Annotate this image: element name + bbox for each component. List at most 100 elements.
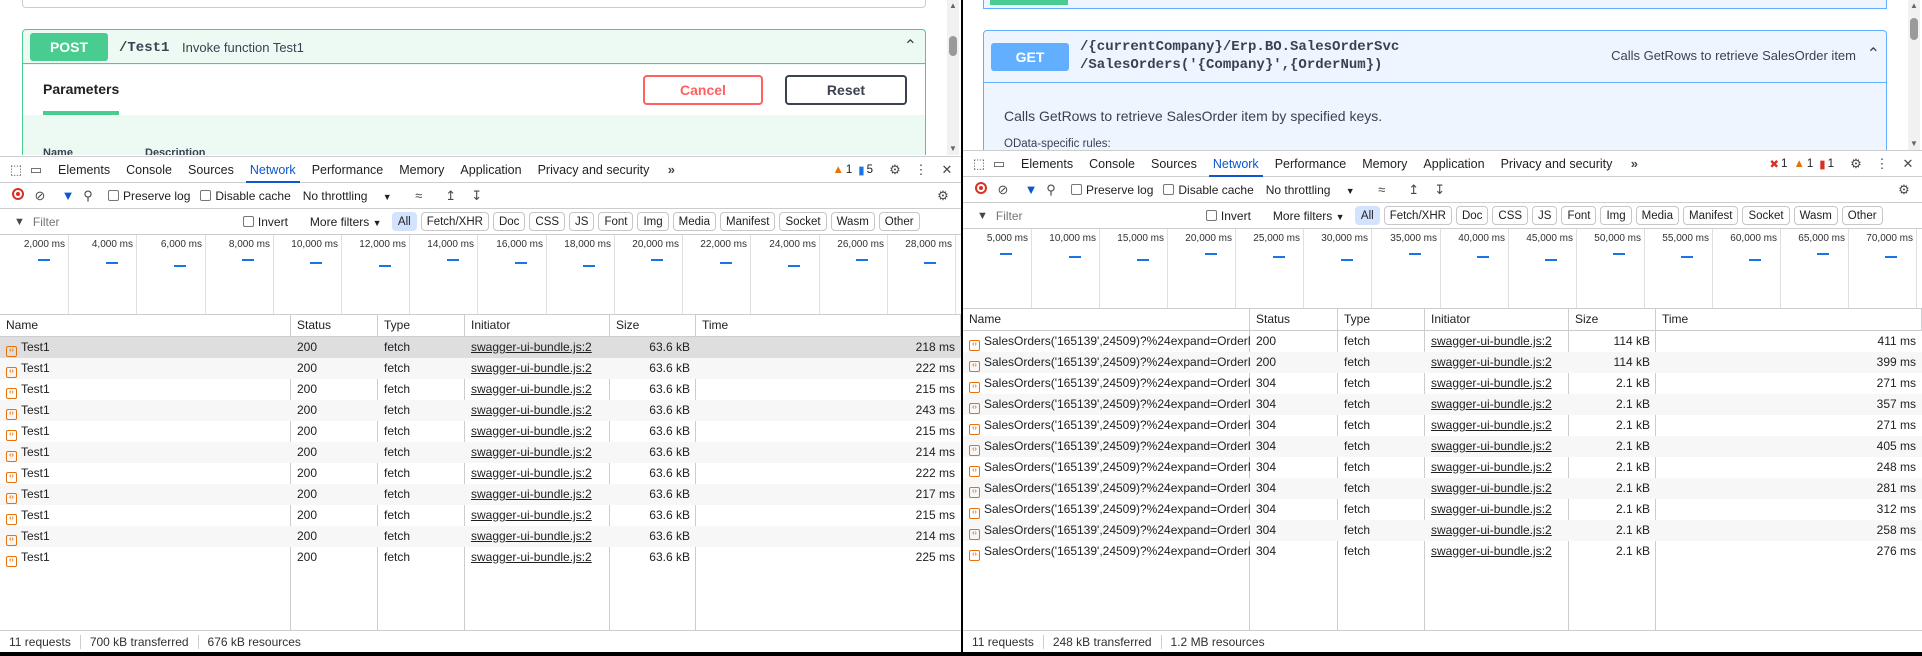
cell-initiator-value[interactable]: swagger-ui-bundle.js:2 <box>471 487 592 501</box>
kebab-menu-icon[interactable]: ⋮ <box>911 162 931 178</box>
inspect-element-icon[interactable]: ⬚ <box>969 156 989 172</box>
throttling-select[interactable]: No throttling ▼ <box>1266 183 1366 197</box>
table-row[interactable]: ‹› Test1 200 fetch swagger-ui-bundle.js:2 63.… <box>0 421 961 442</box>
network-conditions-icon[interactable]: ≈ <box>409 188 429 203</box>
stop-recording-icon[interactable] <box>975 182 987 197</box>
table-row[interactable]: ‹› Test1 200 fetch swagger-ui-bundle.js:2 63.… <box>0 337 961 358</box>
table-row[interactable]: ‹› Test1 200 fetch swagger-ui-bundle.js:2 63.… <box>0 526 961 547</box>
cell-initiator-value[interactable]: swagger-ui-bundle.js:2 <box>471 361 592 375</box>
table-row[interactable]: ‹› Test1 200 fetch swagger-ui-bundle.js:2 63.… <box>0 358 961 379</box>
clear-icon[interactable]: ⊘ <box>993 182 1013 198</box>
table-row[interactable]: ‹› SalesOrders('165139',24509)?%24expand=… <box>963 499 1922 520</box>
cell-initiator-value[interactable]: swagger-ui-bundle.js:2 <box>471 466 592 480</box>
cell-initiator[interactable]: swagger-ui-bundle.js:2 <box>465 400 610 421</box>
filter-input[interactable] <box>32 214 243 229</box>
type-filter-socket[interactable]: Socket <box>1742 206 1790 225</box>
warnings-badge[interactable]: ▲ 1 <box>1793 158 1813 170</box>
type-filter-img[interactable]: Img <box>637 212 669 231</box>
tab-memory[interactable]: Memory <box>1354 151 1415 177</box>
parameters-tab[interactable]: Parameters <box>43 65 120 115</box>
column-header-type[interactable]: Type <box>1338 309 1425 330</box>
timeline-overview[interactable]: 2,000 ms 4,000 ms 6,000 ms 8,000 ms 10,000 m… <box>0 235 961 315</box>
table-row[interactable]: ‹› Test1 200 fetch swagger-ui-bundle.js:2 63.… <box>0 442 961 463</box>
type-filter-other[interactable]: Other <box>1841 206 1883 225</box>
invert-checkbox[interactable]: Invert <box>242 215 288 229</box>
more-tabs-icon[interactable]: » <box>1624 156 1644 171</box>
cell-initiator-value[interactable]: swagger-ui-bundle.js:2 <box>1431 544 1552 558</box>
cell-initiator-value[interactable]: swagger-ui-bundle.js:2 <box>471 445 592 459</box>
table-row[interactable]: ‹› SalesOrders('165139',24509)?%24expand=… <box>963 457 1922 478</box>
type-filter-img[interactable]: Img <box>1600 206 1632 225</box>
cell-initiator[interactable]: swagger-ui-bundle.js:2 <box>465 463 610 484</box>
type-filter-css[interactable]: CSS <box>1492 206 1529 225</box>
tab-sources[interactable]: Sources <box>180 157 242 183</box>
reset-button[interactable]: Reset <box>785 75 907 105</box>
kebab-menu-icon[interactable]: ⋮ <box>1872 156 1892 172</box>
network-settings-icon[interactable]: ⚙ <box>1894 182 1914 198</box>
search-icon[interactable]: ⚲ <box>78 188 98 204</box>
column-header-status[interactable]: Status <box>1250 309 1338 330</box>
cell-initiator[interactable]: swagger-ui-bundle.js:2 <box>1425 457 1569 478</box>
cell-initiator-value[interactable]: swagger-ui-bundle.js:2 <box>1431 376 1552 390</box>
column-header-type[interactable]: Type <box>378 315 465 336</box>
cell-initiator[interactable]: swagger-ui-bundle.js:2 <box>465 379 610 400</box>
info-badge[interactable]: ▮ 5 <box>858 163 873 177</box>
cell-initiator[interactable]: swagger-ui-bundle.js:2 <box>465 484 610 505</box>
scroll-down-icon[interactable]: ▼ <box>1908 138 1920 150</box>
type-filter-media[interactable]: Media <box>1635 206 1679 225</box>
table-row[interactable]: ‹› Test1 200 fetch swagger-ui-bundle.js:2 63.… <box>0 400 961 421</box>
invert-checkbox[interactable]: Invert <box>1205 209 1251 223</box>
type-filter-font[interactable]: Font <box>1561 206 1597 225</box>
table-row[interactable]: ‹› SalesOrders('165139',24509)?%24expand=… <box>963 520 1922 541</box>
close-devtools-icon[interactable]: ✕ <box>937 162 957 178</box>
cell-initiator-value[interactable]: swagger-ui-bundle.js:2 <box>1431 439 1552 453</box>
opblock-summary[interactable]: POST /Test1 Invoke function Test1 ⌃ <box>23 30 925 64</box>
type-filter-manifest[interactable]: Manifest <box>719 212 776 231</box>
cell-initiator-value[interactable]: swagger-ui-bundle.js:2 <box>1431 523 1552 537</box>
scroll-thumb[interactable] <box>949 36 957 56</box>
cell-initiator[interactable]: swagger-ui-bundle.js:2 <box>1425 436 1569 457</box>
preserve-log-checkbox[interactable]: Preserve log <box>1071 183 1153 197</box>
tab-performance[interactable]: Performance <box>1267 151 1355 177</box>
more-tabs-icon[interactable]: » <box>661 162 681 177</box>
type-filter-fetch-xhr[interactable]: Fetch/XHR <box>420 212 489 231</box>
scroll-down-icon[interactable]: ▼ <box>947 143 959 155</box>
table-row[interactable]: ‹› Test1 200 fetch swagger-ui-bundle.js:2 63.… <box>0 547 961 568</box>
more-filters-dropdown[interactable]: More filters ▼ <box>310 215 390 229</box>
tab-application[interactable]: Application <box>1415 151 1492 177</box>
settings-gear-icon[interactable]: ⚙ <box>1846 156 1866 172</box>
column-header-name[interactable]: Name <box>963 309 1250 330</box>
cell-initiator[interactable]: swagger-ui-bundle.js:2 <box>1425 478 1569 499</box>
tab-console[interactable]: Console <box>1081 151 1143 177</box>
type-filter-all[interactable]: All <box>1354 206 1380 225</box>
column-header-name[interactable]: Name <box>0 315 291 336</box>
issues-badge[interactable]: ▮ 1 <box>1819 157 1834 171</box>
cell-initiator[interactable]: swagger-ui-bundle.js:2 <box>1425 541 1569 562</box>
type-filter-wasm[interactable]: Wasm <box>830 212 875 231</box>
column-header-initiator[interactable]: Initiator <box>1425 309 1569 330</box>
tab-application[interactable]: Application <box>452 157 529 183</box>
cell-initiator[interactable]: swagger-ui-bundle.js:2 <box>1425 331 1569 352</box>
cell-initiator-value[interactable]: swagger-ui-bundle.js:2 <box>471 382 592 396</box>
tab-privacy-and-security[interactable]: Privacy and security <box>530 157 658 183</box>
cell-initiator[interactable]: swagger-ui-bundle.js:2 <box>1425 499 1569 520</box>
table-row[interactable]: ‹› SalesOrders('165139',24509)?%24expand=… <box>963 331 1922 352</box>
page-scrollbar[interactable]: ▲ ▼ <box>947 0 959 155</box>
cell-initiator-value[interactable]: swagger-ui-bundle.js:2 <box>1431 481 1552 495</box>
opblock-summary[interactable]: GET /{currentCompany}/Erp.BO.SalesOrderS… <box>984 31 1886 83</box>
network-settings-icon[interactable]: ⚙ <box>933 188 953 204</box>
type-filter-js[interactable]: JS <box>1532 206 1558 225</box>
cell-initiator-value[interactable]: swagger-ui-bundle.js:2 <box>1431 334 1552 348</box>
cell-initiator[interactable]: swagger-ui-bundle.js:2 <box>465 505 610 526</box>
type-filter-css[interactable]: CSS <box>529 212 566 231</box>
cell-initiator[interactable]: swagger-ui-bundle.js:2 <box>465 421 610 442</box>
cancel-button[interactable]: Cancel <box>643 75 763 105</box>
column-header-size[interactable]: Size <box>610 315 696 336</box>
cell-initiator-value[interactable]: swagger-ui-bundle.js:2 <box>1431 355 1552 369</box>
cell-initiator[interactable]: swagger-ui-bundle.js:2 <box>1425 394 1569 415</box>
table-row[interactable]: ‹› Test1 200 fetch swagger-ui-bundle.js:2 63.… <box>0 463 961 484</box>
tab-elements[interactable]: Elements <box>1013 151 1081 177</box>
column-header-status[interactable]: Status <box>291 315 378 336</box>
column-header-size[interactable]: Size <box>1569 309 1656 330</box>
import-har-icon[interactable]: ↥ <box>441 188 461 204</box>
